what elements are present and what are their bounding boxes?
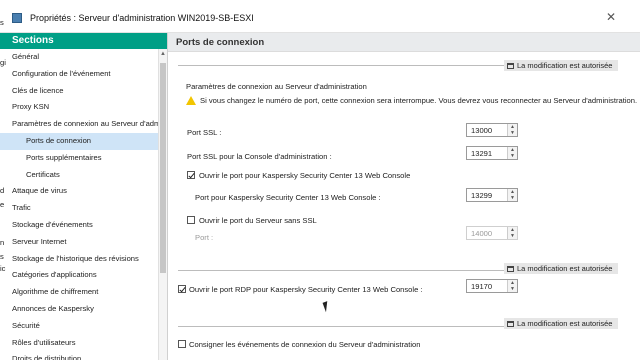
lock-icon: [507, 321, 514, 327]
divider: [178, 270, 508, 271]
permission-badge: La modification est autorisée: [504, 263, 619, 274]
port-ssl-console-label: Port SSL pour la Console d'administratio…: [187, 152, 332, 161]
permission-badge: La modification est autorisée: [504, 318, 619, 329]
web-console-port-input[interactable]: 13299 ▲ ▼: [466, 188, 518, 202]
port-ssl-stepper[interactable]: ▲ ▼: [507, 124, 517, 136]
web-console-port-label: Port pour Kaspersky Security Center 13 W…: [195, 193, 381, 202]
sidebar-item-encryption-algorithm[interactable]: Algorithme de chiffrement: [0, 284, 167, 301]
permission-badge: La modification est autorisée: [504, 60, 619, 71]
main-panel: Ports de connexion La modification est a…: [168, 33, 640, 360]
lock-icon: [507, 266, 514, 272]
chevron-down-icon[interactable]: ▼: [508, 153, 517, 159]
no-ssl-port-stepper[interactable]: ▲ ▼: [507, 227, 517, 239]
open-no-ssl-port-checkbox[interactable]: [187, 216, 195, 224]
warning-icon: [186, 96, 196, 105]
background-text-fragment: ic: [0, 264, 6, 273]
sidebar-item-revision-history[interactable]: Stockage de l'historique des révisions: [0, 251, 167, 268]
background-text-fragment: s: [0, 252, 4, 261]
sidebar-item-certificates[interactable]: Certificats: [0, 167, 167, 184]
sidebar-item-distribution-rights[interactable]: Droits de distribution: [0, 351, 167, 360]
window-title: Propriétés : Serveur d'administration WI…: [30, 13, 254, 23]
section-title: Paramètres de connexion au Serveur d'adm…: [186, 82, 367, 91]
sidebar-item-connection-settings[interactable]: Paramètres de connexion au Serveur d'adm: [0, 116, 167, 133]
sidebar-item-license-keys[interactable]: Clés de licence: [0, 83, 167, 100]
open-web-console-port-checkbox[interactable]: [187, 171, 195, 179]
sidebar-item-user-roles[interactable]: Rôles d'utilisateurs: [0, 335, 167, 352]
open-no-ssl-port-label[interactable]: Ouvrir le port du Serveur sans SSL: [199, 216, 317, 225]
background-text-fragment: n: [0, 238, 5, 247]
sidebar-item-web-server[interactable]: Serveur Internet: [0, 234, 167, 251]
sections-heading: Sections: [0, 33, 167, 49]
page-title: Ports de connexion: [168, 33, 640, 52]
rdp-port-stepper[interactable]: ▲ ▼: [507, 280, 517, 292]
chevron-down-icon[interactable]: ▼: [508, 130, 517, 136]
log-connection-events-checkbox[interactable]: [178, 340, 186, 348]
port-ssl-console-stepper[interactable]: ▲ ▼: [507, 147, 517, 159]
web-console-port-stepper[interactable]: ▲ ▼: [507, 189, 517, 201]
sidebar-item-event-configuration[interactable]: Configuration de l'événement: [0, 66, 167, 83]
chevron-down-icon[interactable]: ▼: [508, 286, 517, 292]
background-text-fragment: e: [0, 200, 5, 209]
background-text-fragment: gi: [0, 58, 6, 67]
port-ssl-input[interactable]: 13000 ▲ ▼: [466, 123, 518, 137]
title-bar: Propriétés : Serveur d'administration WI…: [0, 0, 640, 33]
scroll-thumb[interactable]: [160, 63, 166, 273]
divider: [178, 65, 508, 66]
lock-icon: [507, 63, 514, 69]
sidebar-item-additional-ports[interactable]: Ports supplémentaires: [0, 150, 167, 167]
mouse-cursor-icon: [322, 299, 335, 313]
background-text-fragment: s: [0, 18, 4, 27]
sidebar-item-kaspersky-announcements[interactable]: Annonces de Kaspersky: [0, 301, 167, 318]
port-ssl-console-input[interactable]: 13291 ▲ ▼: [466, 146, 518, 160]
sidebar-scrollbar[interactable]: ▲: [158, 49, 167, 360]
port-ssl-label: Port SSL :: [187, 128, 222, 137]
rdp-port-label[interactable]: Ouvrir le port RDP pour Kaspersky Securi…: [189, 285, 423, 294]
sections-sidebar: Sections Général Configuration de l'évén…: [0, 33, 168, 360]
sidebar-item-connection-ports[interactable]: Ports de connexion: [0, 132, 167, 150]
no-ssl-port-label: Port :: [195, 233, 214, 242]
sidebar-item-traffic[interactable]: Trafic: [0, 200, 167, 217]
app-icon: [12, 13, 22, 23]
open-web-console-port-label[interactable]: Ouvrir le port pour Kaspersky Security C…: [199, 171, 410, 180]
sidebar-item-general[interactable]: Général: [0, 49, 167, 66]
rdp-port-input[interactable]: 19170 ▲ ▼: [466, 279, 518, 293]
warning-text: Si vous changez le numéro de port, cette…: [200, 96, 638, 105]
rdp-port-checkbox[interactable]: [178, 285, 186, 293]
log-connection-events-label[interactable]: Consigner les événements de connexion du…: [189, 340, 421, 349]
sidebar-item-virus-attack[interactable]: Attaque de virus: [0, 183, 167, 200]
chevron-down-icon[interactable]: ▼: [508, 195, 517, 201]
divider: [178, 326, 508, 327]
sidebar-item-security[interactable]: Sécurité: [0, 318, 167, 335]
close-icon[interactable]: ✕: [606, 10, 616, 24]
no-ssl-port-input[interactable]: 14000 ▲ ▼: [466, 226, 518, 240]
sidebar-item-application-categories[interactable]: Catégories d'applications: [0, 267, 167, 284]
background-text-fragment: d: [0, 186, 5, 195]
scroll-up-icon[interactable]: ▲: [160, 51, 166, 57]
sidebar-item-event-storage[interactable]: Stockage d'événements: [0, 217, 167, 234]
sidebar-item-ksn-proxy[interactable]: Proxy KSN: [0, 99, 167, 116]
sections-list: Général Configuration de l'événement Clé…: [0, 49, 167, 360]
chevron-down-icon[interactable]: ▼: [508, 233, 517, 239]
